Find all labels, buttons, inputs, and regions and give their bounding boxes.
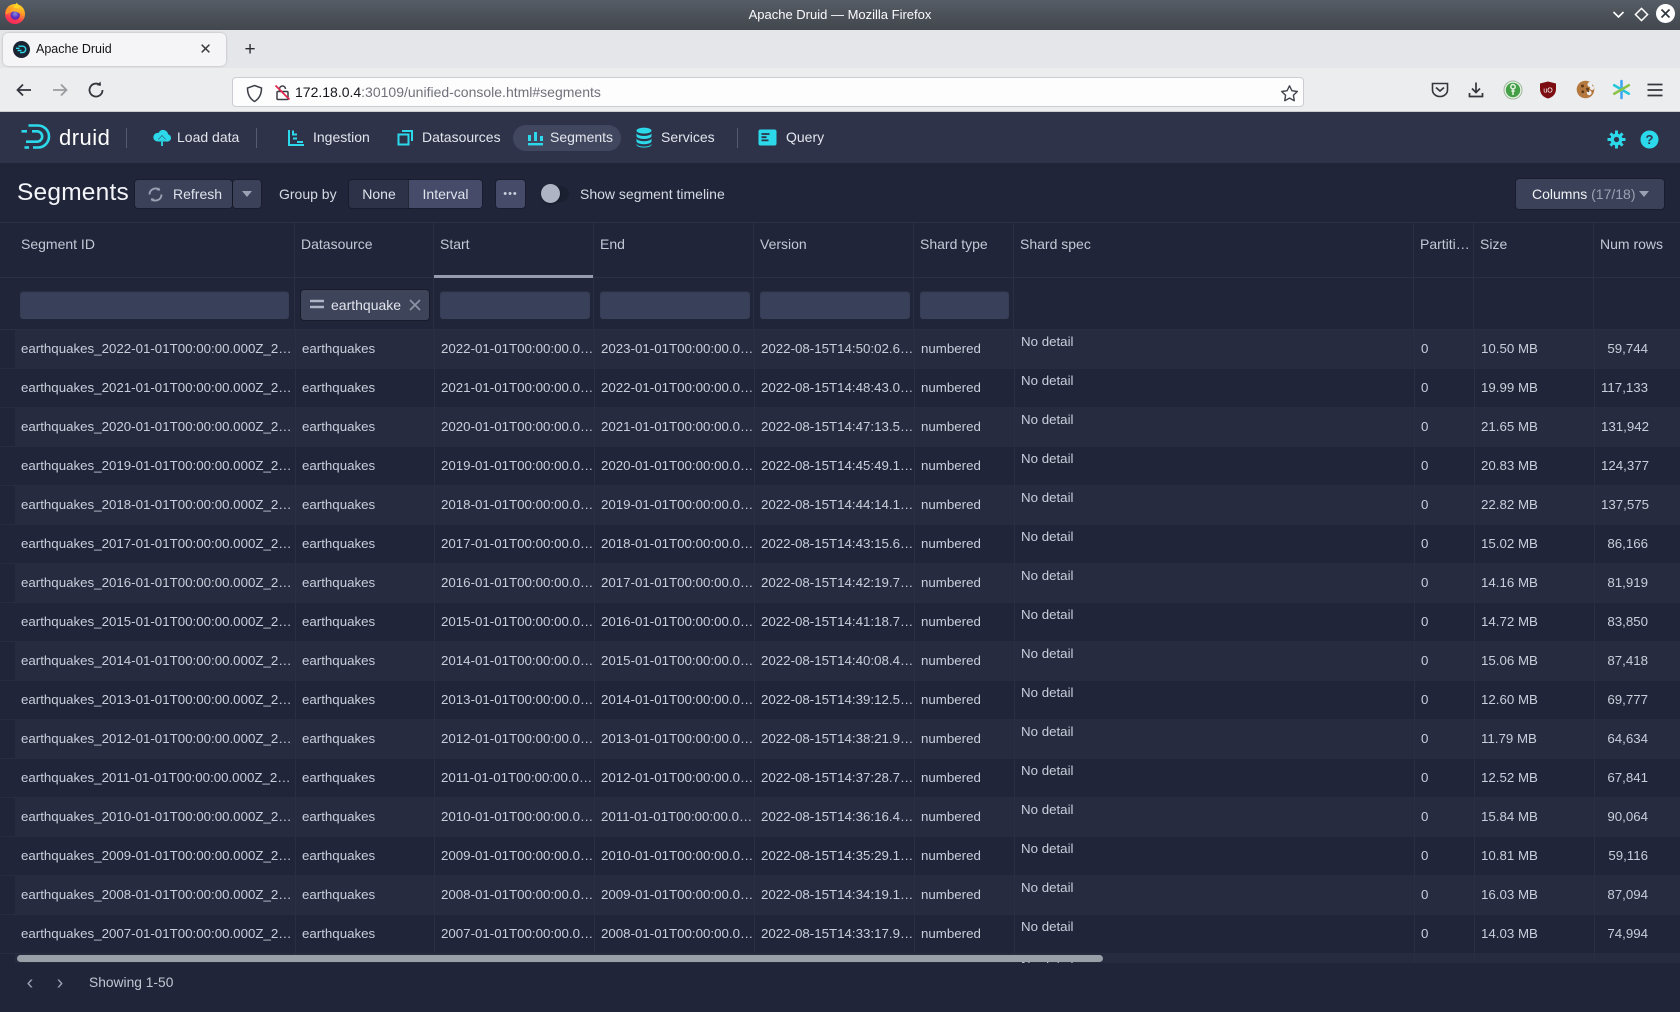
svg-text:?: ?: [1646, 132, 1654, 147]
svg-text:uO: uO: [1543, 88, 1553, 95]
